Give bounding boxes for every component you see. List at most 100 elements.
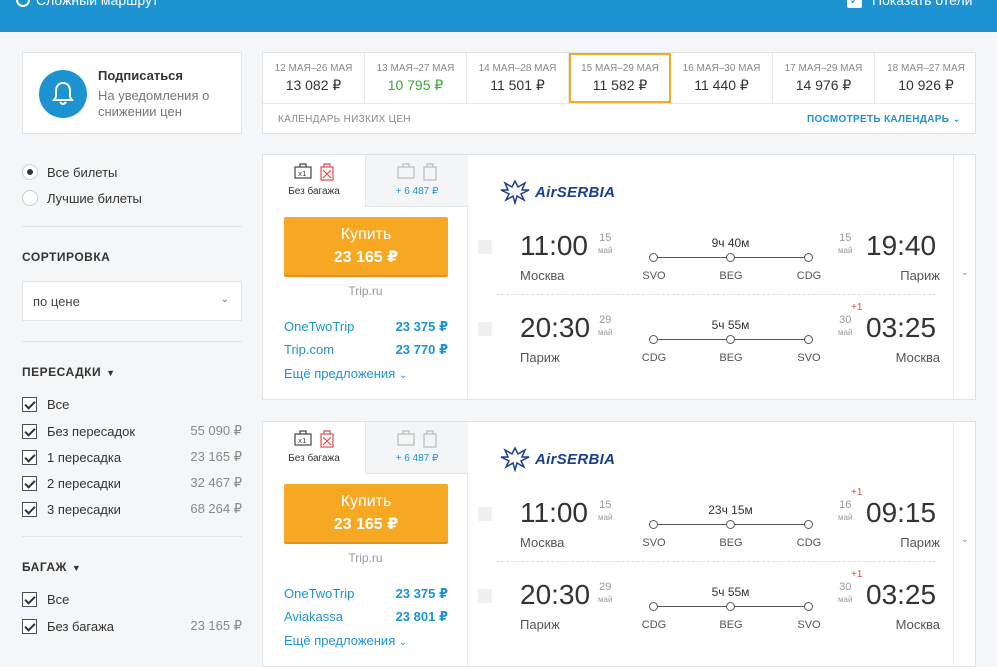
complex-route-link[interactable]: Сложный маршрут [16, 0, 158, 8]
baggage-icons [366, 163, 468, 181]
stops-option-label: Без пересадок [47, 423, 136, 439]
airline-name: AirSERBIA [535, 183, 616, 201]
stops-option[interactable]: 3 пересадки 68 264 ₽ [22, 501, 242, 517]
arrival-date: 15 май [838, 232, 852, 257]
arrival-day: 16 [839, 499, 852, 511]
expand-ticket-button[interactable]: ⌄ [953, 155, 975, 399]
flight-segment: 20:30 29 май Париж 5ч 55м CDG BEG SVO +1 … [468, 565, 958, 645]
more-offers-link[interactable]: Ещё предложения ⌄ [284, 366, 407, 381]
flight-segment: 11:00 15 май Москва 23ч 15м SVO BEG CDG +… [468, 483, 958, 563]
airport-code: SVO [642, 537, 666, 549]
buy-button[interactable]: Купить 23 165 ₽ [284, 484, 448, 544]
segment-checkbox[interactable] [478, 240, 492, 254]
stops-option-price: 55 090 ₽ [190, 423, 242, 438]
arrival-month: май [838, 246, 853, 255]
flight-duration: 9ч 40м [711, 236, 750, 250]
baggage-filter-toggle[interactable]: БАГАЖ ▼ [22, 560, 81, 574]
arrival-month: май [838, 328, 853, 337]
departure-time: 11:00 [520, 230, 588, 261]
offer-agency: Trip.com [284, 342, 335, 357]
show-hotels-toggle[interactable]: ✓ Показать отели [847, 0, 972, 8]
calendar-date-cell[interactable]: 17 МАЯ–29 МАЯ 14 976 ₽ [773, 53, 875, 103]
stops-filter-toggle[interactable]: ПЕРЕСАДКИ ▼ [22, 365, 116, 379]
airport-code: CDG [796, 537, 822, 549]
tab-no-baggage[interactable]: x1 Без багажа [263, 422, 365, 474]
offer-agency: OneTwoTrip [284, 319, 355, 334]
checkbox-icon [22, 592, 37, 607]
tab-no-baggage-label: Без багажа [288, 453, 340, 464]
sort-select[interactable]: по цене ⌄ [22, 281, 242, 321]
airport-dot [804, 253, 813, 262]
calendar-date-cell[interactable]: 13 МАЯ–27 МАЯ 10 795 ₽ [365, 53, 467, 103]
calendar-date-cell[interactable]: 16 МАЯ–30 МАЯ 11 440 ₽ [671, 53, 773, 103]
departure-date: 29 май [598, 581, 612, 606]
checkbox-icon [22, 618, 37, 634]
segment-checkbox[interactable] [478, 507, 492, 521]
arrival-date: 30 май [838, 581, 852, 606]
stops-title: ПЕРЕСАДКИ [22, 365, 102, 379]
radio-all-tickets[interactable]: Все билеты [22, 164, 117, 180]
tab-with-baggage[interactable]: + 6 487 ₽ [365, 155, 468, 207]
view-calendar-link[interactable]: ПОСМОТРЕТЬ КАЛЕНДАРЬ ⌄ [807, 114, 961, 125]
airport-code: BEG [719, 537, 743, 549]
tab-no-baggage[interactable]: x1 Без багажа [263, 155, 365, 207]
calendar-date-cell-selected[interactable]: 15 МАЯ–29 МАЯ 11 582 ₽ [569, 53, 671, 103]
segment-checkbox[interactable] [478, 589, 492, 603]
stops-option[interactable]: Все [22, 397, 242, 412]
divider [22, 226, 242, 227]
chevron-down-icon: ⌄ [961, 534, 969, 544]
expand-ticket-button[interactable]: ⌄ [953, 422, 975, 666]
stops-option[interactable]: 1 пересадка 23 165 ₽ [22, 449, 242, 465]
offer-row[interactable]: OneTwoTrip 23 375 ₽ [284, 319, 448, 335]
stops-option[interactable]: 2 пересадки 32 467 ₽ [22, 475, 242, 491]
show-hotels-label: Показать отели [872, 0, 973, 8]
checkbox-icon [22, 475, 37, 491]
calendar-date-cell[interactable]: 12 МАЯ–26 МАЯ 13 082 ₽ [263, 53, 365, 103]
hand-luggage-icon: x1 [294, 163, 312, 179]
sort-value: по цене [33, 294, 80, 309]
subscribe-card[interactable]: Подписаться На уведомления о снижении це… [22, 52, 242, 134]
ticket-card: x1 Без багажа + 6 487 ₽ Купить 23 165 ₽ … [262, 154, 976, 400]
radio-icon [22, 190, 38, 206]
airport-dot [726, 335, 735, 344]
more-offers-label: Ещё предложения [284, 366, 396, 381]
departure-day: 29 [599, 314, 612, 326]
calendar-date-cell[interactable]: 18 МАЯ–27 МАЯ 10 926 ₽ [875, 53, 977, 103]
offer-row[interactable]: Trip.com 23 770 ₽ [284, 342, 448, 358]
tab-with-baggage[interactable]: + 6 487 ₽ [365, 422, 468, 474]
calendar-date-cell[interactable]: 14 МАЯ–28 МАЯ 11 501 ₽ [467, 53, 569, 103]
hand-luggage-icon [397, 163, 415, 179]
offer-price: 23 801 ₽ [395, 609, 448, 624]
baggage-option[interactable]: Все [22, 592, 242, 607]
radio-best-tickets[interactable]: Лучшие билеты [22, 190, 142, 206]
airport-dot [649, 520, 658, 529]
segment-divider [496, 294, 936, 295]
offer-row[interactable]: OneTwoTrip 23 375 ₽ [284, 586, 448, 602]
calendar-dates: 12 МАЯ–26 МАЯ [274, 63, 353, 74]
caret-down-icon: ▼ [106, 368, 116, 378]
bell-icon [39, 70, 87, 118]
next-day-badge: +1 [851, 487, 863, 498]
segment-divider [496, 561, 936, 562]
svg-text:x1: x1 [298, 170, 307, 178]
flight-segment: 11:00 15 май Москва 9ч 40м SVO BEG CDG 15… [468, 216, 958, 296]
offer-row[interactable]: Aviakassa 23 801 ₽ [284, 609, 448, 625]
chevron-down-icon: ⌄ [961, 267, 969, 277]
baggage-option[interactable]: Без багажа 23 165 ₽ [22, 618, 242, 634]
buy-button[interactable]: Купить 23 165 ₽ [284, 217, 448, 277]
arrival-date: 30 май [838, 314, 852, 339]
checkbox-icon: ✓ [847, 0, 862, 8]
next-day-badge: +1 [851, 569, 863, 580]
airport-code: CDG [641, 352, 667, 364]
stops-option-label: 2 пересадки [47, 475, 121, 491]
segment-checkbox[interactable] [478, 322, 492, 336]
stops-option-label: 3 пересадки [47, 501, 121, 517]
stops-option[interactable]: Без пересадок 55 090 ₽ [22, 423, 242, 439]
svg-text:x1: x1 [298, 437, 307, 445]
checkbox-icon [22, 397, 37, 412]
departure-day: 15 [599, 232, 612, 244]
low-price-calendar: 12 МАЯ–26 МАЯ 13 082 ₽ 13 МАЯ–27 МАЯ 10 … [262, 52, 976, 134]
chevron-down-icon: ⌄ [398, 370, 408, 381]
departure-date: 15 май [598, 232, 612, 257]
departure-month: май [598, 513, 613, 522]
